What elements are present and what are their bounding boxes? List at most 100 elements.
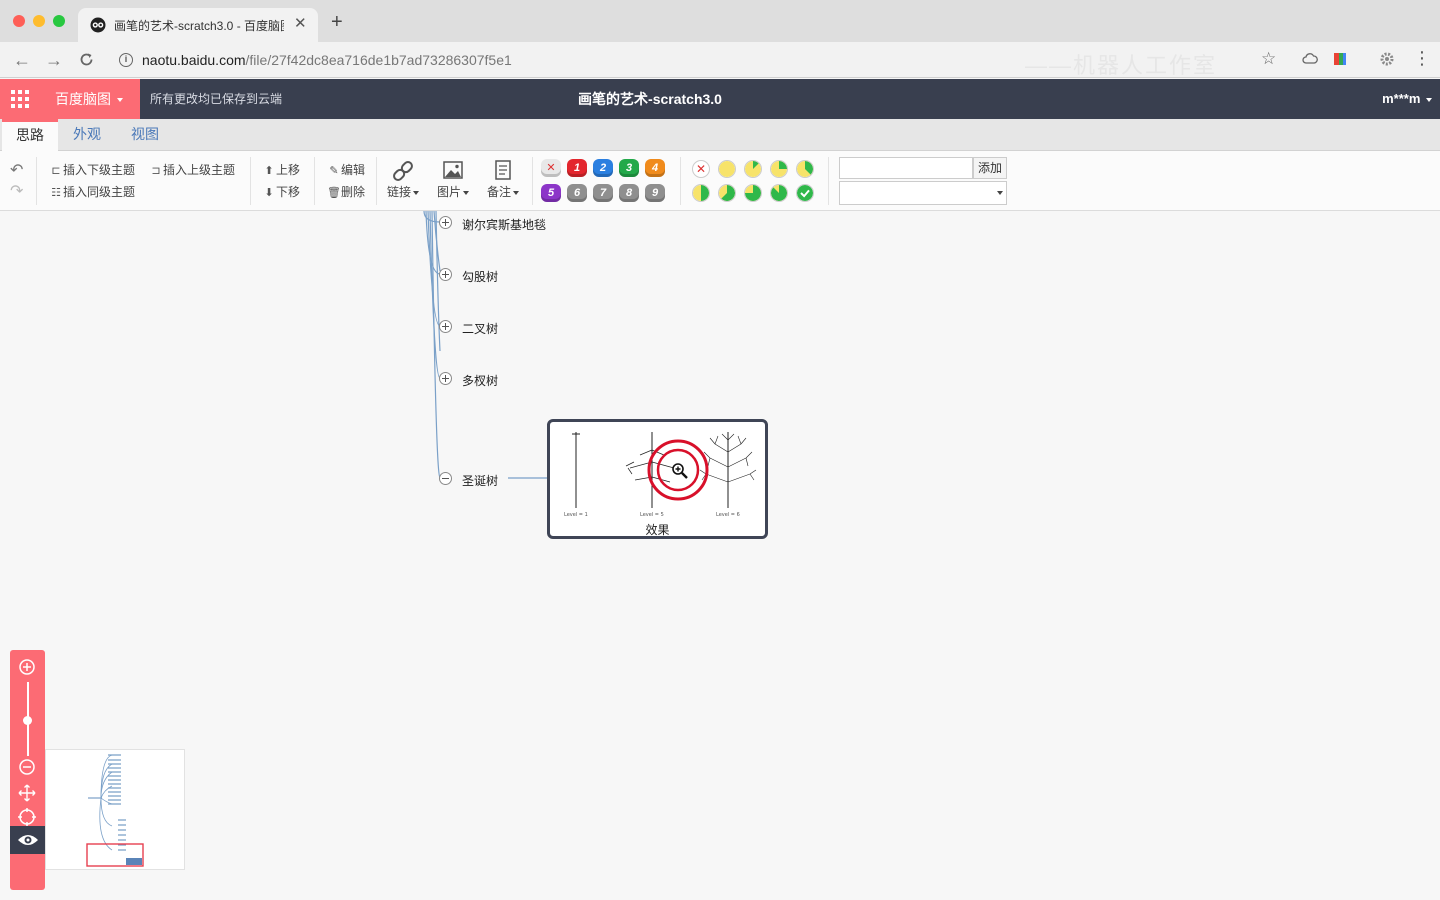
resource-select[interactable] [839,181,1007,205]
browser-tab-strip: 画笔的艺术-scratch3.0 - 百度脑图 ✕ + [0,0,1440,42]
progress-6-icon[interactable] [744,184,762,202]
image-button[interactable]: 图片 [433,159,473,200]
move-up-button[interactable]: ⬆ 上移 [262,161,300,178]
priority-3-button[interactable]: 3 [619,159,639,177]
progress-remove-icon[interactable]: ✕ [692,160,710,178]
insert-sibling-icon: ☷ [51,187,61,199]
edit-button[interactable]: ✎ 编辑 [327,161,365,178]
toolbar-divider [532,157,533,205]
arrow-down-icon: ⬇ [264,187,274,199]
node-collapser-icon[interactable] [439,472,452,485]
mindmap-canvas[interactable]: 谢尔宾斯基地毯 勾股树 二叉树 多杈树 圣诞树 Level = 1 Level … [0,211,1440,900]
eye-icon [18,835,38,845]
tab-appearance[interactable]: 外观 [59,119,115,151]
priority-8-button[interactable]: 8 [619,184,639,202]
forward-icon[interactable]: → [45,50,63,70]
priority-4-button[interactable]: 4 [645,159,665,177]
mindmap-node[interactable]: 圣诞树 [462,472,498,489]
site-info-icon[interactable]: i [119,53,133,67]
browser-menu-icon[interactable]: ⋮ [1413,48,1431,69]
extension-colorful-icon[interactable] [1332,51,1348,67]
mindmap-node[interactable]: 谢尔宾斯基地毯 [462,216,546,233]
mindmap-connectors [423,211,547,479]
progress-7-icon[interactable] [770,184,788,202]
reload-icon[interactable] [78,51,95,68]
redo-icon[interactable]: ↷ [10,181,23,201]
navigator-minimap[interactable] [45,749,185,870]
progress-5-icon[interactable] [718,184,736,202]
tree-fractal-image: Level = 1 Level = 5 Level = 6 [564,432,757,518]
image-node-caption: 效果 [645,523,670,537]
note-button[interactable]: 备注 [483,159,523,200]
priority-6-button[interactable]: 6 [567,184,587,202]
tab-title: 画笔的艺术-scratch3.0 - 百度脑图 [114,19,284,33]
mindmap-node[interactable]: 勾股树 [462,268,498,285]
image-icon [443,161,463,179]
toolbar-divider [376,157,377,205]
tab-ideas[interactable]: 思路 [2,119,58,152]
priority-1-button[interactable]: 1 [567,159,587,177]
priority-remove-icon[interactable]: ✕ [541,159,561,177]
level-label: Level = 6 [716,512,740,518]
new-tab-icon[interactable]: + [331,12,343,32]
zoom-in-icon[interactable] [18,658,36,676]
progress-fill [779,161,787,169]
node-expander-icon[interactable] [439,268,452,281]
progress-0-icon[interactable] [718,160,736,178]
extension-gear-icon[interactable] [1379,51,1395,67]
insert-parent-icon: ⊐ [151,165,161,177]
window-maximize-button[interactable] [53,15,65,27]
link-button[interactable]: 链接 [383,159,423,200]
minimap-graph [86,754,144,867]
priority-7-button[interactable]: 7 [593,184,613,202]
locate-root-icon[interactable] [18,808,36,826]
zoom-in-cursor-icon [672,463,688,479]
progress-3-icon[interactable] [796,160,814,178]
ribbon-tabs: 思路 外观 视图 [0,119,1440,152]
user-name: m***m [1382,91,1421,106]
progress-1-icon[interactable] [744,160,762,178]
minimap-image-marker [126,858,142,865]
insert-child-button[interactable]: ⊏ 插入下级主题 [49,161,135,178]
move-hand-icon[interactable] [18,784,36,802]
delete-button[interactable]: 🗑删除 [327,183,365,200]
toolbar-divider [828,157,829,205]
image-node-selected[interactable]: Level = 1 Level = 5 Level = 6 效果 [547,419,768,539]
insert-child-icon: ⊏ [51,165,61,177]
resource-input[interactable] [839,157,973,179]
move-down-button[interactable]: ⬇ 下移 [262,183,300,200]
link-icon [393,161,413,181]
insert-parent-button[interactable]: ⊐ 插入上级主题 [149,161,235,178]
undo-icon[interactable]: ↶ [10,160,23,180]
resource-add-button[interactable]: 添加 [973,157,1007,179]
priority-5-button[interactable]: 5 [541,184,561,202]
window-close-button[interactable] [13,15,25,27]
user-menu-button[interactable]: m***m [1382,79,1432,119]
tab-close-icon[interactable]: ✕ [294,14,307,32]
node-expander-icon[interactable] [439,216,452,229]
priority-9-button[interactable]: 9 [645,184,665,202]
browser-tab[interactable]: 画笔的艺术-scratch3.0 - 百度脑图 ✕ [78,8,318,42]
window-minimize-button[interactable] [33,15,45,27]
zoom-slider-handle[interactable] [23,716,32,725]
node-expander-icon[interactable] [439,320,452,333]
extension-cloud-icon[interactable] [1302,51,1318,67]
chevron-down-icon [463,190,469,195]
progress-8-icon[interactable] [796,184,814,202]
mindmap-node[interactable]: 二叉树 [462,320,498,337]
node-expander-icon[interactable] [439,372,452,385]
toggle-navigator-button[interactable] [10,826,45,854]
back-icon[interactable]: ← [13,50,31,70]
toolbar-divider [680,157,681,205]
progress-4-icon[interactable] [692,184,710,202]
tab-view[interactable]: 视图 [117,119,173,151]
address-bar: ← → i naotu.baidu.com/file/27f42dc8ea716… [0,42,1440,78]
insert-sibling-button[interactable]: ☷ 插入同级主题 [49,183,135,200]
mindmap-node[interactable]: 多杈树 [462,372,498,389]
progress-2-icon[interactable] [770,160,788,178]
toolbar-divider [36,157,37,205]
zoom-out-icon[interactable] [18,758,36,776]
bookmark-star-icon[interactable]: ☆ [1261,49,1276,69]
video-watermark: ——机器人工作室 [1025,53,1218,78]
priority-2-button[interactable]: 2 [593,159,613,177]
